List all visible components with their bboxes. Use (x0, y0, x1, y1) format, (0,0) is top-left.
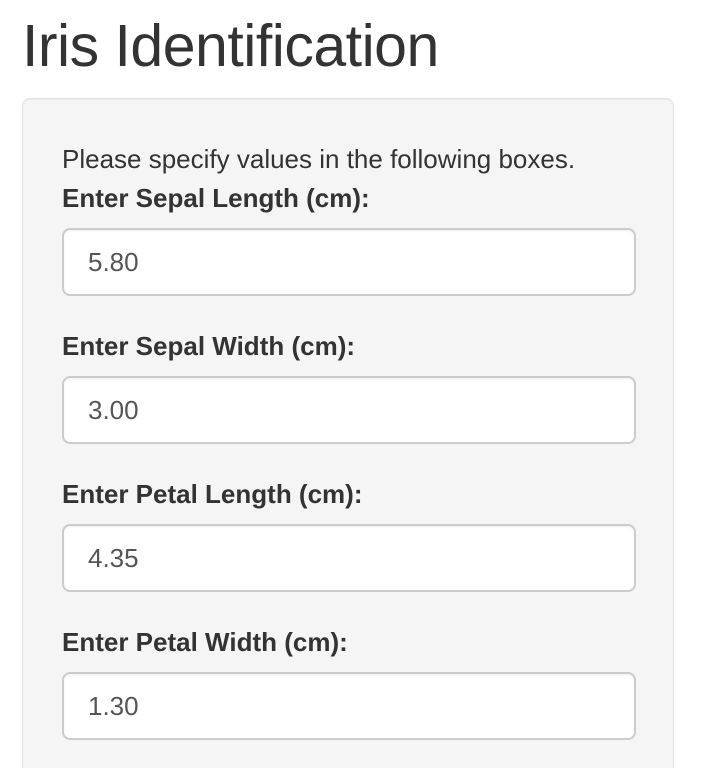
petal-width-input[interactable] (62, 672, 636, 740)
page: Iris Identification Please specify value… (0, 0, 710, 768)
petal-length-label: Enter Petal Length (cm): (62, 479, 363, 509)
petal-length-input[interactable] (62, 524, 636, 592)
help-text: Please specify values in the following b… (62, 144, 576, 174)
sepal-length-label: Enter Sepal Length (cm): (62, 183, 370, 213)
sepal-length-input[interactable] (62, 228, 636, 296)
sepal-width-label: Enter Sepal Width (cm): (62, 331, 356, 361)
petal-width-label: Enter Petal Width (cm): (62, 627, 348, 657)
page-title: Iris Identification (22, 13, 439, 79)
sepal-width-input[interactable] (62, 376, 636, 444)
